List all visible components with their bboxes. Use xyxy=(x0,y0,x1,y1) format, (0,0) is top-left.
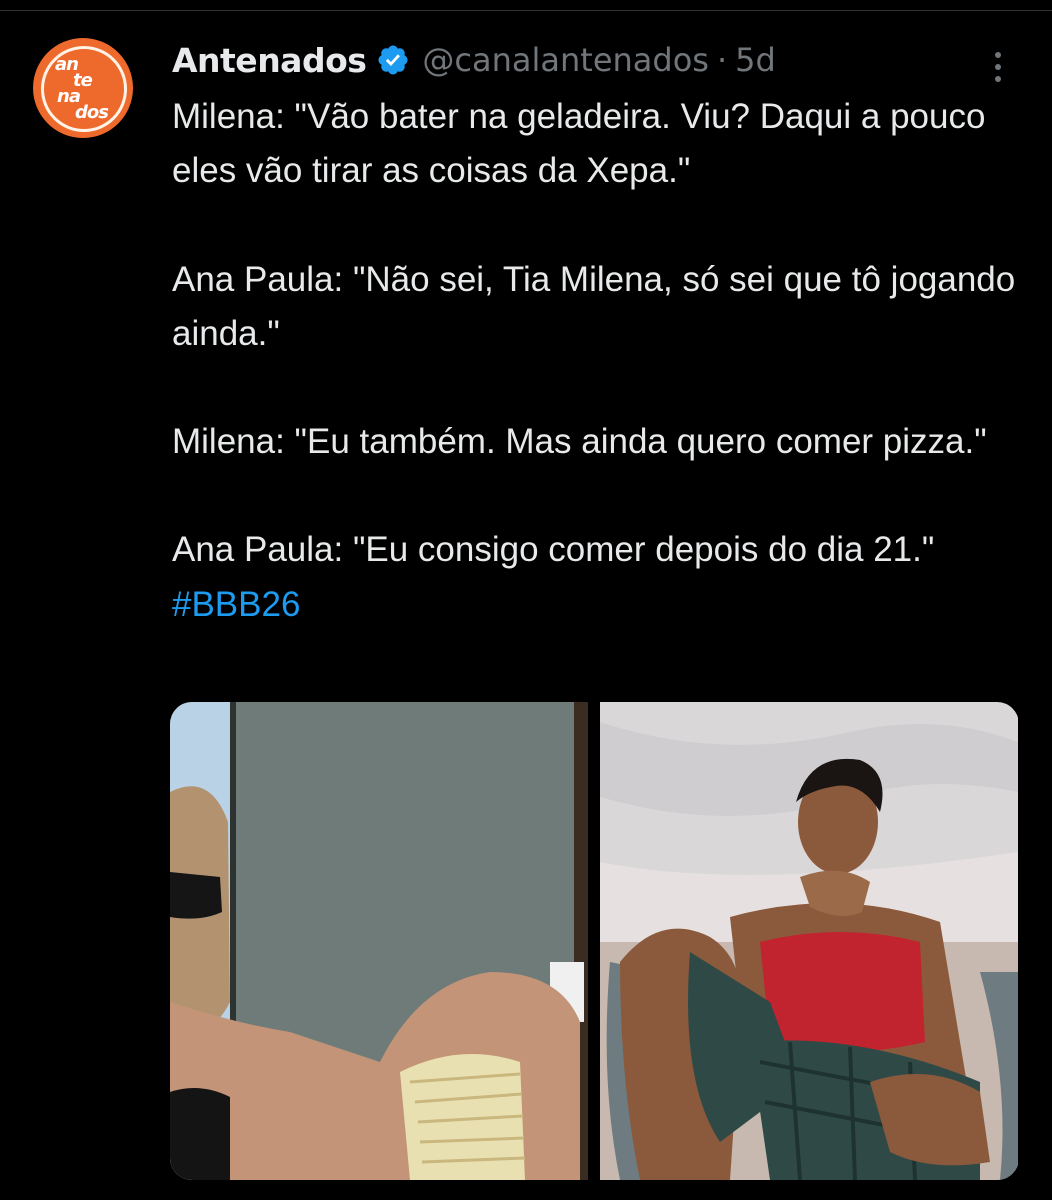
tweet-timestamp[interactable]: 5d xyxy=(735,41,776,79)
photo-right-image xyxy=(600,702,1018,1180)
photo-left-image xyxy=(170,702,588,1180)
media-grid xyxy=(170,702,1019,1180)
hashtag-link[interactable]: #BBB26 xyxy=(172,585,300,624)
author-handle[interactable]: @canalantenados xyxy=(422,41,709,79)
avatar[interactable]: an te na dos xyxy=(33,38,133,138)
verified-badge-icon xyxy=(378,45,408,75)
media-photo-left[interactable] xyxy=(170,702,588,1180)
tweet-line-last: Ana Paula: "Eu consigo comer depois do d… xyxy=(172,523,1022,632)
tweet-text: Milena: "Vão bater na geladeira. Viu? Da… xyxy=(172,90,1022,632)
more-options-icon[interactable] xyxy=(988,52,1008,82)
top-divider xyxy=(0,0,1052,11)
tweet-line-text: Ana Paula: "Eu consigo comer depois do d… xyxy=(172,530,935,570)
tweet-line: Milena: "Eu também. Mas ainda quero come… xyxy=(172,422,987,462)
avatar-logo: an te na dos xyxy=(55,54,109,123)
separator-dot: · xyxy=(716,41,728,79)
author-display-name[interactable]: Antenados xyxy=(172,41,367,80)
media-photo-right[interactable] xyxy=(600,702,1018,1180)
tweet-line: Milena: "Vão bater na geladeira. Viu? Da… xyxy=(172,97,986,191)
tweet-header: Antenados @canalantenados · 5d xyxy=(172,38,776,82)
tweet-line: Ana Paula: "Não sei, Tia Milena, só sei … xyxy=(172,259,1016,353)
